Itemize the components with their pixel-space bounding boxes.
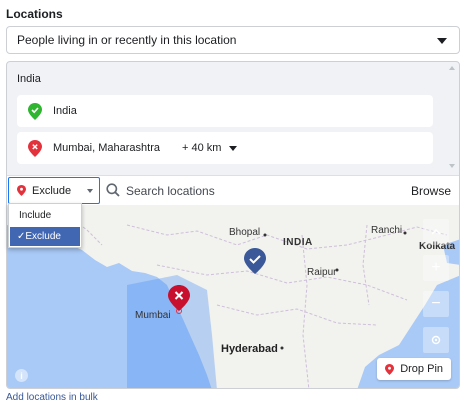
radius-chevron-down-icon[interactable] [229,145,238,151]
exclude-pin-icon [17,185,26,196]
include-pin-icon [27,102,43,120]
radius-value[interactable]: + 40 km [182,142,221,154]
location-item-india[interactable]: India [17,95,433,127]
map-label-raipur: Raipur [307,267,337,278]
pin-icon [385,363,395,375]
region-header: India [17,73,41,85]
india-map-pin-icon[interactable] [244,248,266,274]
location-name: India [53,105,77,117]
exclude-pin-icon [27,139,43,157]
audience-type-select[interactable]: People living in or recently in this loc… [6,26,460,54]
scroll-down-icon[interactable] [449,164,455,168]
include-exclude-dropdown[interactable]: Exclude [8,177,100,204]
chevron-down-icon [87,189,93,193]
drop-pin-button[interactable]: Drop Pin [377,358,451,380]
search-icon [106,183,120,197]
map-label-hyderabad: Hyderabad [221,343,278,355]
audience-type-value: People living in or recently in this loc… [17,33,237,47]
menu-option-exclude[interactable]: ✓Exclude [10,227,80,246]
scroll-up-icon[interactable] [449,66,455,70]
zoom-in-icon[interactable]: + [423,255,449,281]
map-label-bhopal: Bhopal [229,227,261,238]
locations-label: Locations [6,7,63,21]
mode-value: Exclude [32,184,72,197]
location-item-mumbai[interactable]: Mumbai, Maharashtra + 40 km [17,132,433,164]
location-search-row: Exclude Browse [7,175,459,205]
mumbai-map-pin-icon[interactable] [168,285,190,311]
add-locations-bulk-link[interactable]: Add locations in bulk [6,392,98,403]
include-exclude-menu: Include ✓Exclude [8,203,82,248]
browse-button[interactable]: Browse [411,184,451,198]
map-controls: + − [423,219,449,363]
locate-icon[interactable] [423,327,449,353]
info-icon[interactable]: i [15,369,28,382]
map-label-ranchi: Ranchi [371,225,403,236]
map-label-india: INDIA [283,237,313,248]
location-name: Mumbai, Maharashtra [53,142,160,154]
zoom-out-icon[interactable]: − [423,291,449,317]
drop-pin-label: Drop Pin [400,363,443,375]
chevron-down-icon [437,38,447,44]
menu-option-include[interactable]: Include [9,206,81,225]
chevron-up-icon[interactable] [423,219,449,245]
search-locations-input[interactable] [126,181,386,201]
map-label-mumbai: Mumbai [135,310,171,321]
